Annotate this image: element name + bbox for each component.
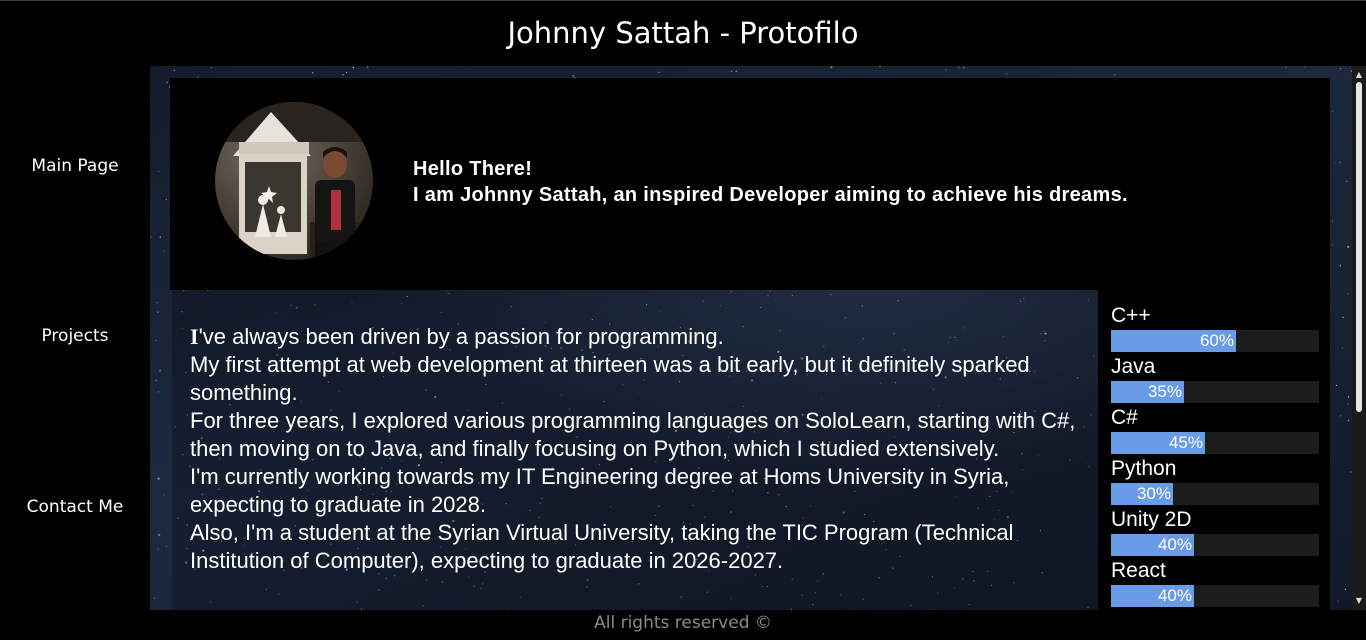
about-paragraph: My first attempt at web development at t…	[190, 352, 1030, 405]
skill-progress-fill: 60%	[1111, 330, 1236, 352]
skill-progress-fill: 30%	[1111, 483, 1173, 505]
skill-progress-fill: 45%	[1111, 432, 1205, 454]
copyright-text: All rights reserved ©	[594, 613, 772, 633]
nav-projects[interactable]: Projects	[0, 326, 150, 346]
skill-progress-track: 40%	[1111, 585, 1319, 607]
about-paragraph: I'm currently working towards my IT Engi…	[190, 464, 1010, 517]
dropcap-letter: I	[190, 324, 199, 349]
greeting-tagline: I am Johnny Sattah, an inspired Develope…	[413, 184, 1128, 206]
skill-progress-track: 60%	[1111, 330, 1319, 352]
about-paragraph: I've always been driven by a passion for…	[190, 323, 1090, 351]
nav-contact-me[interactable]: Contact Me	[0, 497, 150, 517]
about-paragraph: For three years, I explored various prog…	[190, 408, 1076, 461]
main-content: Hello There! I am Johnny Sattah, an insp…	[150, 66, 1366, 610]
scroll-down-arrow-icon[interactable]: ▼	[1352, 594, 1366, 608]
about-section: I've always been driven by a passion for…	[172, 290, 1098, 610]
skill-name: C++	[1111, 304, 1151, 327]
skill-name: React	[1111, 559, 1166, 582]
intro-card: Hello There! I am Johnny Sattah, an insp…	[170, 78, 1330, 290]
skill-progress-fill: 40%	[1111, 534, 1194, 556]
site-header: Johnny Sattah - Protofilo	[0, 0, 1366, 66]
scrollbar-thumb[interactable]	[1356, 82, 1362, 412]
skill-progress-fill: 40%	[1111, 585, 1194, 607]
about-text: I've always been driven by a passion for…	[190, 323, 1090, 575]
about-paragraph-text: 've always been driven by a passion for …	[198, 324, 724, 349]
skills-panel: C++ 60% Java 35% C# 45% Python 30% Unity 2D 40% Re…	[1098, 290, 1330, 610]
skill-name: Java	[1111, 355, 1156, 378]
site-footer: All rights reserved ©	[0, 610, 1366, 640]
skill-name: Unity 2D	[1111, 508, 1192, 531]
skill-progress-track: 30%	[1111, 483, 1319, 505]
skill-progress-track: 45%	[1111, 432, 1319, 454]
skill-progress-track: 35%	[1111, 381, 1319, 403]
skill-progress-track: 40%	[1111, 534, 1319, 556]
skill-progress-fill: 35%	[1111, 381, 1184, 403]
sidebar-nav: Main Page Projects Contact Me	[0, 66, 150, 610]
avatar	[215, 102, 373, 260]
profile-photo-icon	[215, 102, 373, 260]
skill-name: C#	[1111, 406, 1138, 429]
vertical-scrollbar[interactable]: ▲ ▼	[1352, 66, 1366, 610]
about-paragraph: Also, I'm a student at the Syrian Virtua…	[190, 520, 1014, 573]
skill-name: Python	[1111, 457, 1177, 480]
greeting-hello: Hello There!	[413, 158, 533, 180]
greeting: Hello There! I am Johnny Sattah, an insp…	[413, 156, 1313, 208]
nav-main-page[interactable]: Main Page	[0, 156, 150, 176]
scroll-up-arrow-icon[interactable]: ▲	[1352, 68, 1366, 82]
page-title: Johnny Sattah - Protofilo	[507, 16, 859, 50]
